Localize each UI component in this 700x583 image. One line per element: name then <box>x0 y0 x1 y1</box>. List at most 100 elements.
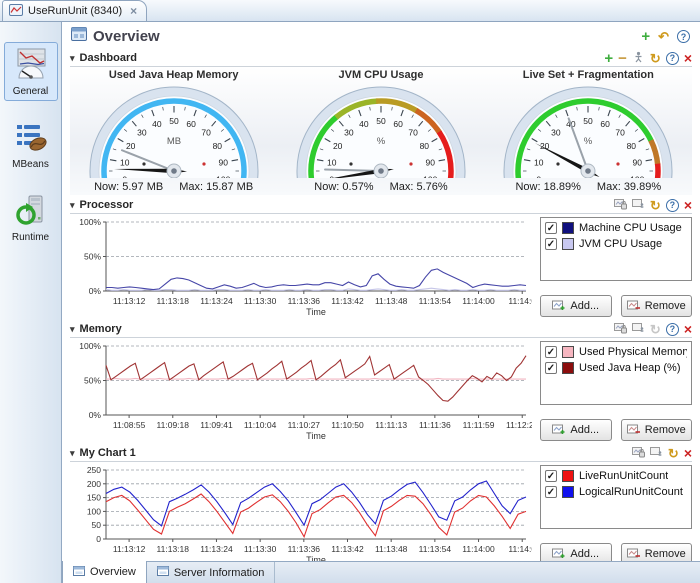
collapse-triangle-icon[interactable]: ▾ <box>70 200 75 211</box>
gauge-live-set: Live Set + Fragmentation 010203040506070… <box>487 69 689 193</box>
refresh-icon[interactable]: ↻ <box>650 199 661 212</box>
add-series-icon <box>552 424 566 436</box>
add-dial-icon[interactable]: + <box>604 51 613 66</box>
sidebar-item-label: Runtime <box>12 232 49 243</box>
svg-text:50: 50 <box>376 116 386 126</box>
close-section-icon[interactable]: × <box>684 322 692 336</box>
svg-text:11:13:18: 11:13:18 <box>157 544 190 554</box>
reset-to-default-icon[interactable]: ↶ <box>658 30 669 43</box>
sidebar-item-label: MBeans <box>12 159 49 170</box>
button-label: Remove <box>645 424 686 436</box>
help-icon[interactable]: ? <box>666 323 679 336</box>
svg-text:200: 200 <box>87 479 101 489</box>
remove-dial-icon[interactable]: − <box>618 51 627 66</box>
close-section-icon[interactable]: × <box>684 198 692 212</box>
svg-text:11:13:36: 11:13:36 <box>288 544 321 554</box>
processor-legend: ✓ Machine CPU Usage ✓ JVM CPU Usage <box>540 217 692 281</box>
svg-text:70: 70 <box>616 128 626 138</box>
legend-checkbox[interactable]: ✓ <box>545 222 557 234</box>
runtime-icon <box>14 193 48 230</box>
svg-text:150: 150 <box>87 493 101 503</box>
legend-checkbox[interactable]: ✓ <box>545 362 557 374</box>
freeze-chart-icon[interactable] <box>632 446 645 461</box>
svg-text:11:09:41: 11:09:41 <box>200 420 233 430</box>
close-section-icon[interactable]: × <box>684 51 692 65</box>
tab-overview[interactable]: Overview <box>62 561 147 583</box>
help-icon[interactable]: ? <box>666 199 679 212</box>
help-icon[interactable]: ? <box>666 52 679 65</box>
svg-text:30: 30 <box>344 128 354 138</box>
live-set-gauge-dial: 0102030405060708090100% <box>498 82 678 178</box>
gauge-now-value: Now: 18.89% <box>515 181 580 193</box>
legend-checkbox[interactable]: ✓ <box>545 238 557 250</box>
legend-checkbox[interactable]: ✓ <box>545 346 557 358</box>
series-color-swatch <box>562 362 574 374</box>
svg-text:11:13:36: 11:13:36 <box>288 296 321 306</box>
close-section-icon[interactable]: × <box>684 446 692 460</box>
sidebar-item-mbeans[interactable]: MBeans <box>4 115 58 174</box>
legend-item: ✓ LiveRunUnitCount <box>545 470 687 482</box>
svg-text:20: 20 <box>333 141 343 151</box>
freeze-chart-icon[interactable] <box>614 322 627 337</box>
tab-close-icon[interactable]: × <box>130 4 137 18</box>
refresh-icon[interactable]: ↻ <box>668 447 679 460</box>
svg-text:11:13:48: 11:13:48 <box>375 544 408 554</box>
memory-section-header[interactable]: ▾ Memory ↻ ? × <box>70 321 692 338</box>
section-title: Dashboard <box>80 52 137 64</box>
chart-accessibility-icon[interactable] <box>650 446 663 461</box>
sidebar-item-general[interactable]: General <box>4 42 58 101</box>
svg-text:100%: 100% <box>79 341 101 351</box>
section-title: Memory <box>80 323 122 335</box>
svg-text:100: 100 <box>423 175 437 178</box>
svg-text:11:13:48: 11:13:48 <box>375 296 408 306</box>
chart-accessibility-icon[interactable] <box>632 198 645 213</box>
refresh-icon-disabled: ↻ <box>650 323 661 336</box>
svg-text:90: 90 <box>633 157 643 167</box>
console-chart-icon <box>9 4 23 19</box>
legend-checkbox[interactable]: ✓ <box>545 470 557 482</box>
svg-text:11:13:30: 11:13:30 <box>244 296 277 306</box>
legend-checkbox[interactable]: ✓ <box>545 486 557 498</box>
series-color-swatch <box>562 222 574 234</box>
svg-text:70: 70 <box>201 128 211 138</box>
help-icon[interactable]: ? <box>677 30 690 43</box>
legend-item: ✓ Used Java Heap (%) <box>545 362 687 374</box>
legend-label: Used Java Heap (%) <box>579 362 681 374</box>
svg-text:60: 60 <box>186 119 196 129</box>
svg-text:11:10:04: 11:10:04 <box>244 420 277 430</box>
remove-attribute-button[interactable]: Remove <box>621 295 693 317</box>
remove-attribute-button[interactable]: Remove <box>621 419 693 441</box>
jvm-cpu-gauge-dial: 0102030405060708090100% <box>291 82 471 178</box>
processor-section-header[interactable]: ▾ Processor ↻ ? × <box>70 197 692 214</box>
collapse-triangle-icon[interactable]: ▾ <box>70 324 75 335</box>
sidebar-item-runtime[interactable]: Runtime <box>4 188 58 247</box>
section-processor: ▾ Processor ↻ ? × <box>62 197 700 319</box>
tab-server-information[interactable]: Server Information <box>147 562 275 583</box>
svg-text:50: 50 <box>584 116 594 126</box>
refresh-icon[interactable]: ↻ <box>650 52 661 65</box>
add-attribute-button[interactable]: Add... <box>540 419 612 441</box>
editor-tab-userununit[interactable]: UseRunUnit (8340) × <box>2 0 147 21</box>
collapse-triangle-icon[interactable]: ▾ <box>70 448 75 459</box>
accessibility-mode-icon[interactable] <box>632 51 645 66</box>
my-chart-section-header[interactable]: ▾ My Chart 1 ↻ × <box>70 445 692 462</box>
add-chart-icon[interactable]: + <box>641 29 650 44</box>
sidebar-item-label: General <box>13 86 49 97</box>
legend-label: LiveRunUnitCount <box>579 470 668 482</box>
svg-text:11:14:0: 11:14:0 <box>508 544 532 554</box>
collapse-triangle-icon[interactable]: ▾ <box>70 53 75 64</box>
gauge-max-value: Max: 5.76% <box>390 181 448 193</box>
svg-text:40: 40 <box>359 119 369 129</box>
series-color-swatch <box>562 238 574 250</box>
legend-label: JVM CPU Usage <box>579 238 662 250</box>
tab-label: Overview <box>90 566 136 578</box>
chart-accessibility-icon[interactable] <box>632 322 645 337</box>
svg-text:100: 100 <box>87 506 101 516</box>
dashboard-section-header[interactable]: ▾ Dashboard + − ↻ ? × <box>70 50 692 67</box>
gauge-title: Used Java Heap Memory <box>109 69 239 81</box>
freeze-chart-icon[interactable] <box>614 198 627 213</box>
gauge-title: JVM CPU Usage <box>338 69 423 81</box>
gauge-title: Live Set + Fragmentation <box>523 69 654 81</box>
add-attribute-button[interactable]: Add... <box>540 295 612 317</box>
svg-text:11:13:12: 11:13:12 <box>113 544 146 554</box>
